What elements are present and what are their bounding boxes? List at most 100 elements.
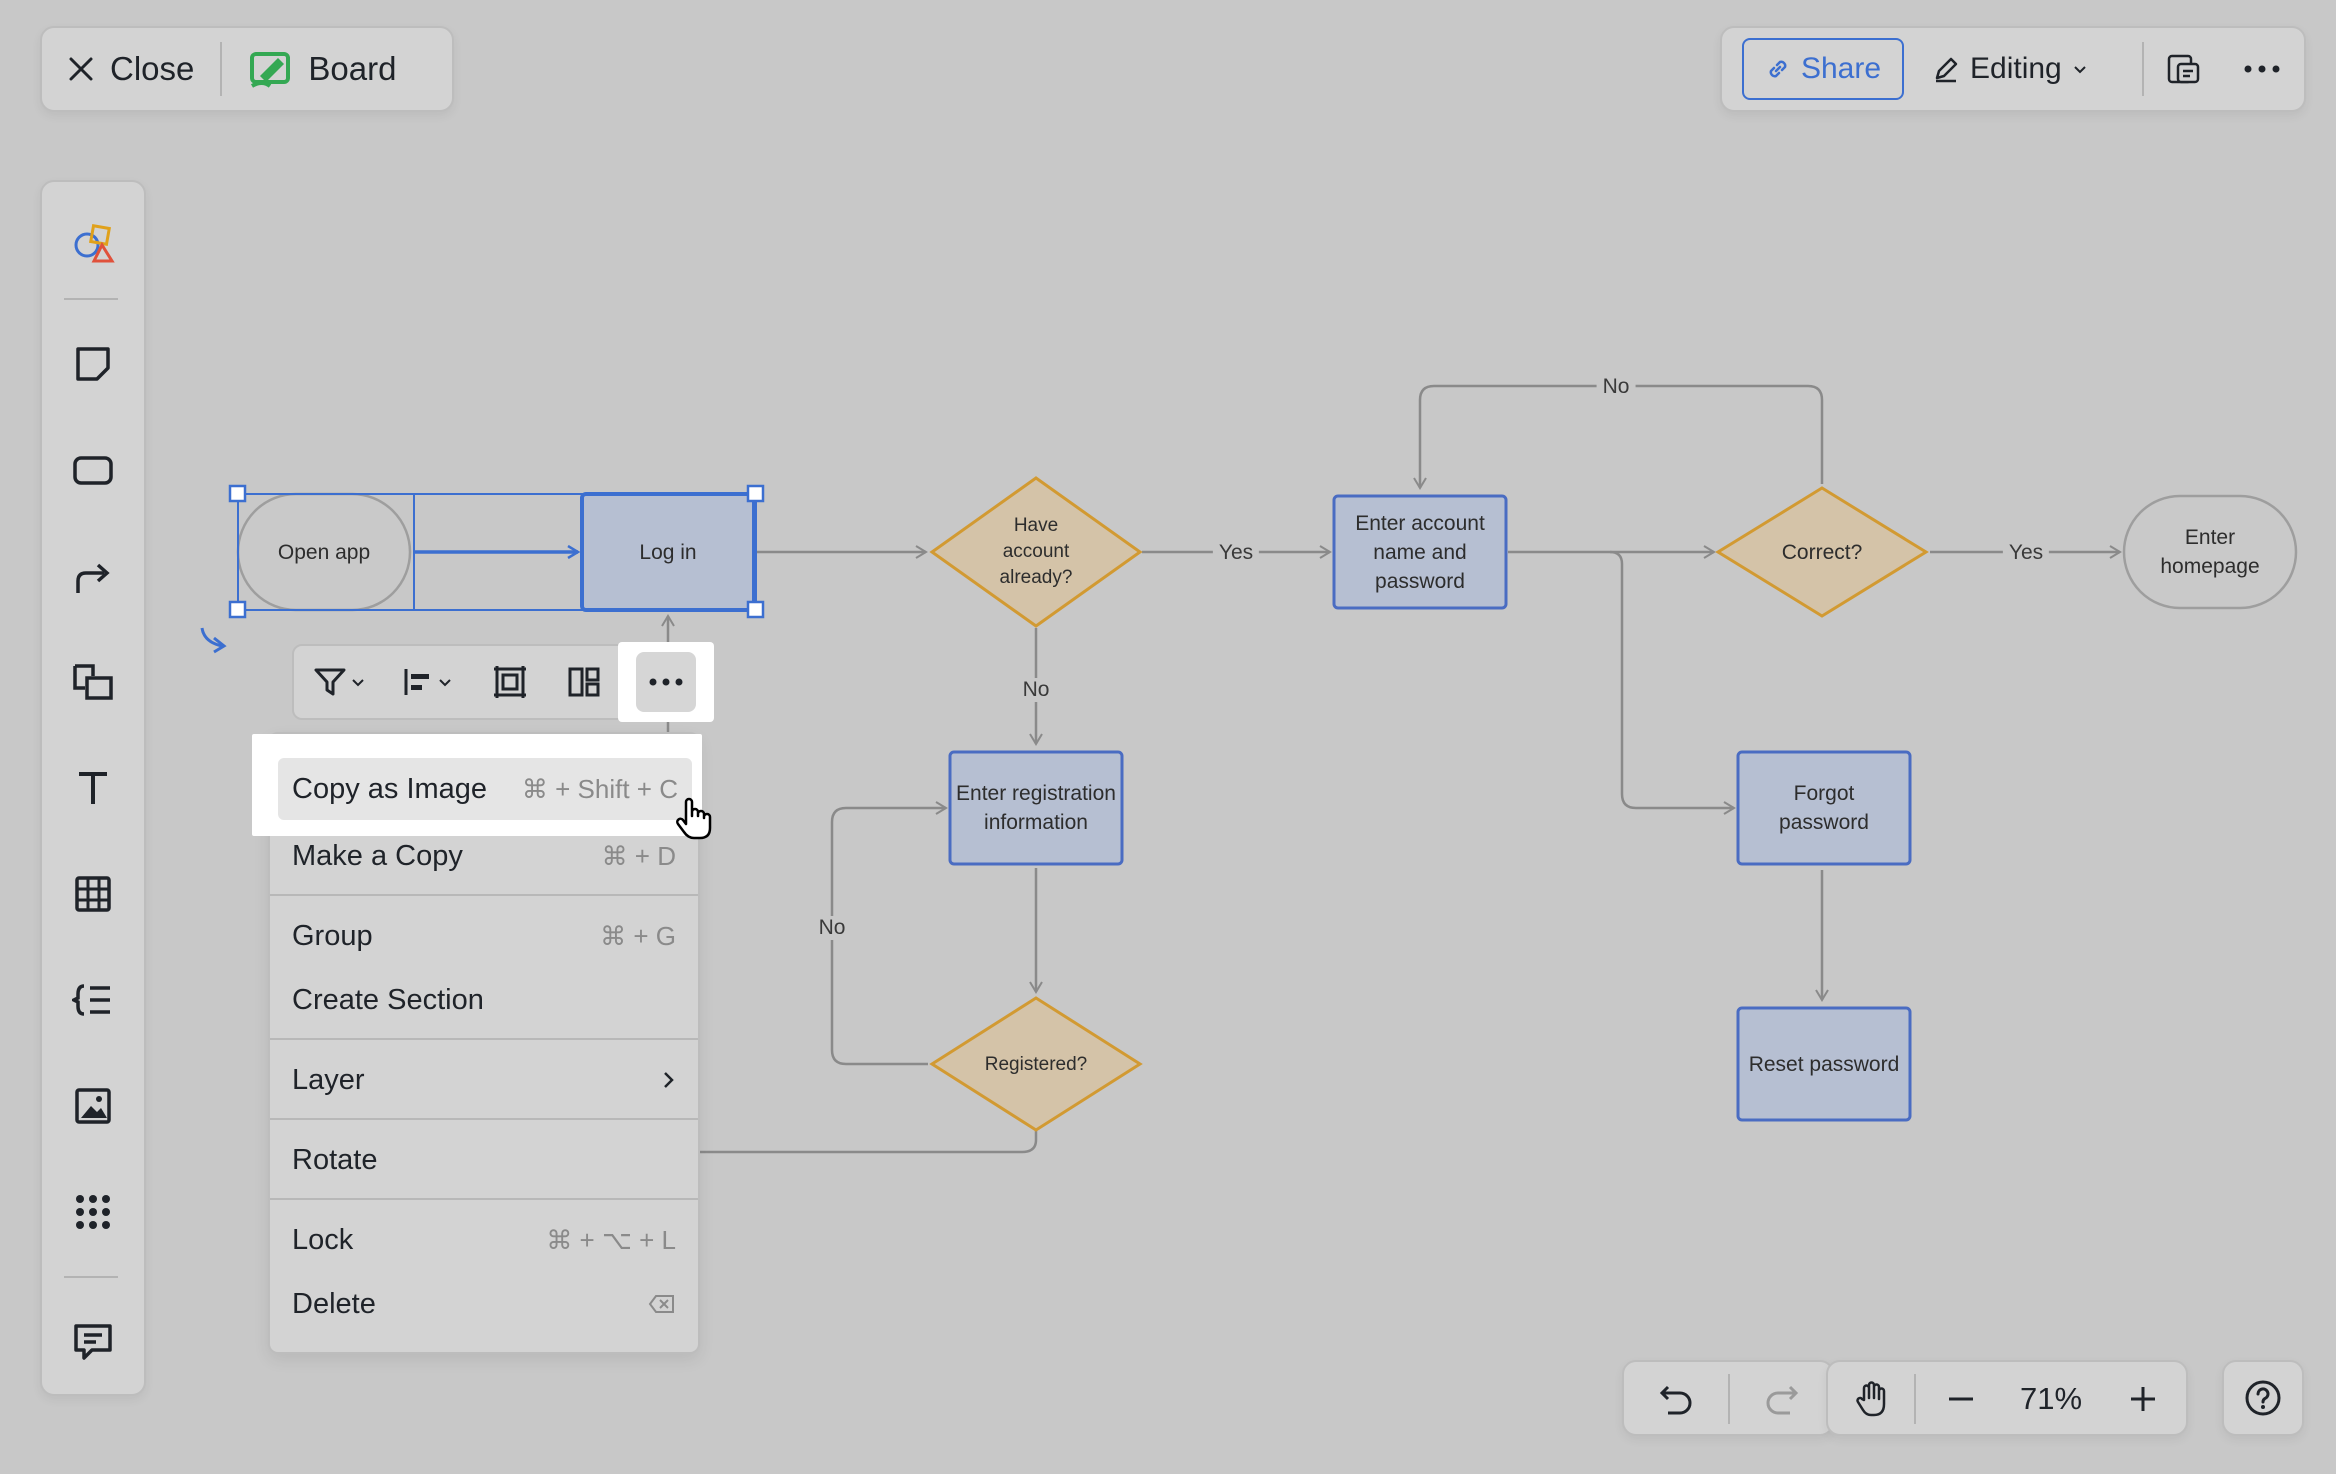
node-reset-password <box>1736 1006 1912 1122</box>
help-button[interactable] <box>2222 1360 2304 1436</box>
menu-item-label: Make a Copy <box>292 839 463 872</box>
close-icon <box>69 57 93 81</box>
context-menu: Copy as Image ⌘ + Shift + C Make a Copy … <box>252 732 702 1354</box>
funnel-icon <box>314 668 346 696</box>
menu-item-shortcut: ⌘ + Shift + C <box>521 773 678 804</box>
sticky-note-tool[interactable] <box>63 334 123 394</box>
node-enter-registration <box>948 750 1124 866</box>
selection-frame <box>237 493 757 611</box>
hand-icon <box>1856 1381 1886 1417</box>
node-have-account <box>929 476 1143 628</box>
edge-correct-no-loop <box>1413 384 1824 490</box>
edge-to-forgot-password <box>1609 550 1736 815</box>
header-divider <box>220 42 223 96</box>
node-log-in <box>580 492 756 612</box>
chevron-down-icon <box>2074 66 2086 74</box>
section-tool[interactable] <box>63 652 123 712</box>
selection-toolbar <box>292 642 714 722</box>
image-icon <box>75 1088 111 1124</box>
edge-label-yes: Yes <box>2002 541 2050 565</box>
node-log-in-label: Log in <box>639 540 697 564</box>
image-tool[interactable] <box>63 1076 123 1136</box>
more-horizontal-icon <box>2244 65 2280 73</box>
menu-item-label: Create Section <box>292 983 484 1016</box>
edge-label-no: No <box>1016 678 1056 702</box>
layout-grid-icon <box>568 667 600 697</box>
node-correct <box>1715 486 1929 618</box>
toolbar-separator <box>64 298 118 300</box>
divider <box>1728 1374 1730 1424</box>
node-enter-account <box>1332 494 1508 610</box>
menu-item-create-section[interactable]: Create Section <box>292 972 676 1028</box>
frame-selection-button[interactable] <box>480 646 540 718</box>
connector-icon <box>76 563 110 593</box>
zoom-level[interactable]: 71% <box>1998 1366 2104 1432</box>
node-registered-label: Registered? <box>984 1053 1088 1075</box>
shapes-tool[interactable] <box>63 214 123 274</box>
comment-tool[interactable] <box>63 1312 123 1372</box>
redo-button[interactable] <box>1742 1366 1822 1432</box>
menu-item-rotate[interactable]: Rotate <box>292 1132 676 1188</box>
menu-separator <box>270 894 698 896</box>
pencil-icon <box>1935 57 1958 83</box>
menu-item-label: Layer <box>292 1063 365 1096</box>
node-forgot-password-label: Forgot password <box>1779 782 1869 834</box>
frame-icon <box>494 666 526 698</box>
layout-button[interactable] <box>554 646 614 718</box>
text-icon <box>79 772 107 804</box>
rectangle-tool[interactable] <box>63 440 123 500</box>
node-open-app-label: Open app <box>277 540 371 564</box>
zoom-out-button[interactable] <box>1928 1366 1994 1432</box>
mindmap-tool[interactable] <box>63 970 123 1030</box>
zoom-in-button[interactable] <box>2110 1366 2176 1432</box>
backspace-icon <box>648 1295 674 1313</box>
menu-item-shortcut: ⌘ + D <box>601 840 676 871</box>
undo-icon <box>1659 1385 1692 1415</box>
hand-pan-button[interactable] <box>1838 1366 1908 1432</box>
node-enter-homepage-label: Enter homepage <box>2160 526 2260 578</box>
selection-handles <box>228 484 765 619</box>
chevron-down-icon <box>352 679 364 687</box>
rotate-handle-icon <box>200 627 223 648</box>
minus-icon <box>1949 1397 1973 1401</box>
node-registered <box>929 996 1143 1132</box>
menu-item-shortcut: ⌘ + ⌥ + L <box>546 1224 676 1255</box>
style-dropdown[interactable] <box>306 646 372 718</box>
edge-label-no: No <box>812 916 852 940</box>
hand-cursor-icon <box>676 797 712 840</box>
more-apps-tool[interactable] <box>63 1182 123 1242</box>
more-actions-button[interactable] <box>618 642 714 722</box>
plus-icon <box>2131 1387 2155 1411</box>
section-icon <box>73 664 113 700</box>
undo-button[interactable] <box>1636 1366 1716 1432</box>
menu-item-group[interactable]: Group ⌘ + G <box>292 908 676 964</box>
connector-tool[interactable] <box>63 546 123 606</box>
menu-separator <box>270 1038 698 1040</box>
menu-item-copy-as-image[interactable]: Copy as Image ⌘ + Shift + C <box>278 758 692 820</box>
zoom-bar: 71% <box>1826 1360 2188 1436</box>
close-button[interactable]: Close <box>66 50 194 88</box>
board-title[interactable]: Board <box>248 46 396 92</box>
node-open-app <box>236 492 412 612</box>
more-options-button[interactable] <box>2230 38 2294 100</box>
editing-mode-dropdown[interactable]: Editing <box>1932 38 2088 100</box>
table-tool[interactable] <box>63 864 123 924</box>
help-icon <box>2245 1380 2281 1416</box>
text-tool[interactable] <box>63 758 123 818</box>
edge-registered-yes-to-login <box>700 1130 1038 1154</box>
node-enter-registration-label: Enter registration information <box>956 782 1116 834</box>
menu-item-make-a-copy[interactable]: Make a Copy ⌘ + D <box>292 828 676 884</box>
mindmap-icon <box>72 984 110 1016</box>
menu-separator <box>270 1118 698 1120</box>
menu-item-label: Delete <box>292 1287 376 1320</box>
comment-icon <box>74 1324 112 1360</box>
comments-panel-button[interactable] <box>2152 38 2216 100</box>
sticky-note-icon <box>76 347 110 381</box>
left-toolbar <box>40 180 146 1396</box>
node-enter-homepage <box>2122 494 2298 610</box>
menu-item-delete[interactable]: Delete <box>292 1276 676 1332</box>
align-dropdown[interactable] <box>394 646 460 718</box>
menu-item-lock[interactable]: Lock ⌘ + ⌥ + L <box>292 1212 676 1268</box>
menu-item-layer[interactable]: Layer <box>292 1052 676 1108</box>
share-button[interactable]: Share <box>1742 38 1904 100</box>
